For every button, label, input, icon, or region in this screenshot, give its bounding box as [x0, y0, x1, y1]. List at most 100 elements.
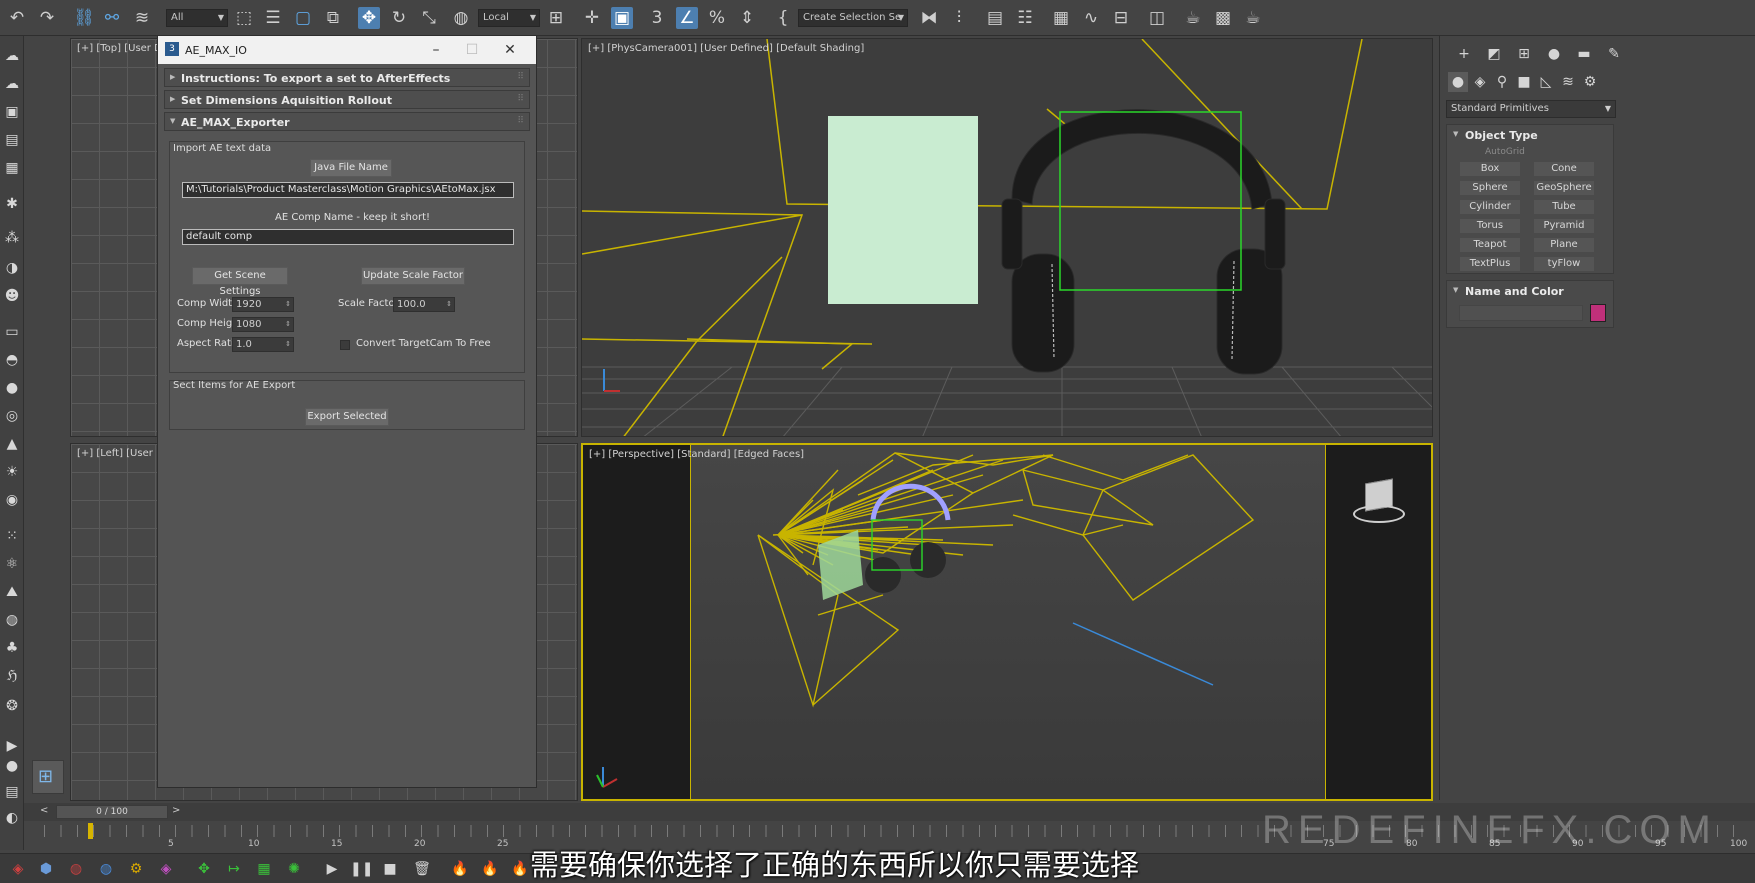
yellow-gear-icon[interactable]: ⚙ — [126, 859, 146, 879]
rectangular-selection-icon[interactable]: ▢ — [292, 7, 314, 29]
move-keys-icon[interactable]: ✥ — [194, 859, 214, 879]
modify-tab-icon[interactable]: ◩ — [1484, 44, 1504, 64]
display-tab-icon[interactable]: ▬ — [1574, 44, 1594, 64]
sphere-button[interactable]: Sphere — [1459, 180, 1521, 196]
terrain-icon[interactable]: ⛰ — [2, 582, 22, 602]
disc-icon[interactable]: ◉ — [2, 490, 22, 510]
maximize-icon[interactable]: ☐ — [460, 40, 484, 60]
document-icon[interactable]: ▤ — [2, 130, 22, 150]
geometry-icon[interactable]: ● — [1448, 72, 1468, 92]
edit-named-selection-icon[interactable]: { — [772, 7, 794, 29]
utilities-tab-icon[interactable]: ✎ — [1604, 44, 1624, 64]
systems-icon[interactable]: ⚙ — [1580, 72, 1600, 92]
rollout-set-dimensions[interactable]: ▶ Set Dimensions Aquisition Rollout ⠿ — [164, 90, 530, 109]
viewport-left-label[interactable]: [+] [Left] [User — [77, 448, 153, 459]
chevron-down-icon[interactable]: ▼ — [1453, 130, 1458, 138]
dots-icon[interactable]: ⁙ — [2, 526, 22, 546]
shapes-icon[interactable]: ◈ — [1470, 72, 1490, 92]
rollout-exporter[interactable]: ▼ AE_MAX_Exporter ⠿ — [164, 112, 530, 131]
pause-icon[interactable]: ❚❚ — [350, 859, 373, 879]
play-icon[interactable]: ▶ — [322, 859, 342, 879]
motion-tab-icon[interactable]: ● — [1544, 44, 1564, 64]
export-selected-button[interactable]: Export Selected — [305, 408, 389, 426]
select-move-icon[interactable]: ✥ — [358, 7, 380, 29]
hierarchy-tab-icon[interactable]: ⊞ — [1514, 44, 1534, 64]
red-circle-icon[interactable]: ◍ — [66, 859, 86, 879]
table-icon[interactable]: ▦ — [2, 158, 22, 178]
material-editor-icon[interactable]: ◫ — [1146, 7, 1168, 29]
mirror-icon[interactable]: ⧓ — [918, 7, 940, 29]
stop-icon[interactable]: ■ — [380, 859, 400, 879]
drag-handle-icon[interactable]: ⠿ — [517, 72, 524, 82]
primitive-type-dropdown[interactable]: Standard Primitives ▼ — [1446, 100, 1616, 118]
spinner-snap-icon[interactable]: ⇕ — [736, 7, 758, 29]
undo-icon[interactable]: ↶ — [6, 7, 28, 29]
unlink-icon[interactable]: ⚯ — [101, 7, 123, 29]
spinner-arrows-icon[interactable]: ⇕ — [285, 298, 291, 311]
viewcube[interactable] — [1351, 475, 1407, 527]
character-icon[interactable]: ☻ — [2, 286, 22, 306]
sun-icon[interactable]: ☀ — [2, 462, 22, 482]
named-selection-set-dropdown[interactable]: Create Selection Se ▼ — [798, 9, 908, 27]
scale-factor-spinner[interactable]: 100.0 ⇕ — [393, 297, 455, 312]
select-manipulate-icon[interactable]: ✛ — [581, 7, 603, 29]
cloud-outline-icon[interactable]: ☁ — [2, 74, 22, 94]
bind-space-warp-icon[interactable]: ≋ — [131, 7, 153, 29]
blue-box-icon[interactable]: ⬢ — [36, 859, 56, 879]
java-file-name-button[interactable]: Java File Name — [310, 159, 392, 177]
autogrid-checkbox[interactable]: AutoGrid — [1485, 147, 1525, 157]
pivot-center-icon[interactable]: ⊞ — [545, 7, 567, 29]
chevron-down-icon[interactable]: ▼ — [1453, 286, 1458, 294]
drag-handle-icon[interactable]: ⠿ — [517, 116, 524, 126]
rollout-instructions[interactable]: ▶ Instructions: To export a set to After… — [164, 68, 530, 87]
fire-icon[interactable]: 🔥 — [510, 859, 530, 879]
comp-width-spinner[interactable]: 1920 ⇕ — [232, 297, 294, 312]
spinner-arrows-icon[interactable]: ⇕ — [285, 338, 291, 351]
box-icon[interactable]: ▭ — [2, 322, 22, 342]
placement-icon[interactable]: ◍ — [450, 7, 472, 29]
pyramid-button[interactable]: Pyramid — [1533, 218, 1595, 234]
get-scene-settings-button[interactable]: Get Scene Settings — [192, 267, 288, 297]
tyflow-button[interactable]: tyFlow — [1533, 256, 1595, 272]
drop-icon[interactable]: ◍ — [96, 859, 116, 879]
clipboard-icon[interactable]: ▤ — [2, 782, 22, 802]
render-production-icon[interactable]: ☕ — [1242, 7, 1264, 29]
aspect-ratio-spinner[interactable]: 1.0 ⇕ — [232, 337, 294, 352]
purple-cube-icon[interactable]: ◈ — [156, 859, 176, 879]
lights-icon[interactable]: ⚲ — [1492, 72, 1512, 92]
reference-coordinate-dropdown[interactable]: Local ▼ — [478, 9, 540, 27]
snaps-toggle-icon[interactable]: 3 — [646, 7, 668, 29]
globe-icon[interactable]: ◍ — [2, 610, 22, 630]
cone-button[interactable]: Cone — [1533, 161, 1595, 177]
link-icon[interactable]: ⛓ — [73, 7, 95, 29]
comp-name-field[interactable]: default comp — [182, 229, 514, 245]
curve-editor-icon[interactable]: ∿ — [1080, 7, 1102, 29]
update-scale-factor-button[interactable]: Update Scale Factor — [361, 267, 465, 285]
viewport-camera-label[interactable]: [+] [PhysCamera001] [User Defined] [Defa… — [588, 43, 864, 54]
plant-icon[interactable]: ♣ — [2, 638, 22, 658]
cameras-icon[interactable]: ■ — [1514, 72, 1534, 92]
viewport-layout-tab[interactable]: ⊞ — [32, 760, 64, 794]
comp-height-spinner[interactable]: 1080 ⇕ — [232, 317, 294, 332]
dome-icon[interactable]: ◓ — [2, 350, 22, 370]
tube-button[interactable]: Tube — [1533, 199, 1595, 215]
trash-icon[interactable]: 🗑 — [412, 859, 432, 879]
drag-handle-icon[interactable]: ⠿ — [517, 94, 524, 104]
arrow-right-green-icon[interactable]: ↦ — [224, 859, 244, 879]
sphere-icon[interactable]: ● — [2, 378, 22, 398]
box-button[interactable]: Box — [1459, 161, 1521, 177]
spinner-arrows-icon[interactable]: ⇕ — [446, 298, 452, 311]
align-icon[interactable]: ⫶ — [948, 7, 970, 29]
close-icon[interactable]: ✕ — [498, 40, 522, 60]
create-tab-icon[interactable]: + — [1454, 44, 1474, 64]
viewport-camera[interactable]: [+] [PhysCamera001] [User Defined] [Defa… — [581, 38, 1433, 437]
layer-explorer-icon[interactable]: ☷ — [1014, 7, 1036, 29]
helpers-icon[interactable]: ◺ — [1536, 72, 1556, 92]
rendered-frame-window-icon[interactable]: ▩ — [1212, 7, 1234, 29]
cylinder-button[interactable]: Cylinder — [1459, 199, 1521, 215]
window-crossing-icon[interactable]: ⧉ — [322, 7, 344, 29]
spinner-arrows-icon[interactable]: ⇕ — [285, 318, 291, 331]
select-by-name-icon[interactable]: ☰ — [262, 7, 284, 29]
select-rotate-icon[interactable]: ↻ — [388, 7, 410, 29]
object-name-input[interactable] — [1459, 305, 1583, 321]
